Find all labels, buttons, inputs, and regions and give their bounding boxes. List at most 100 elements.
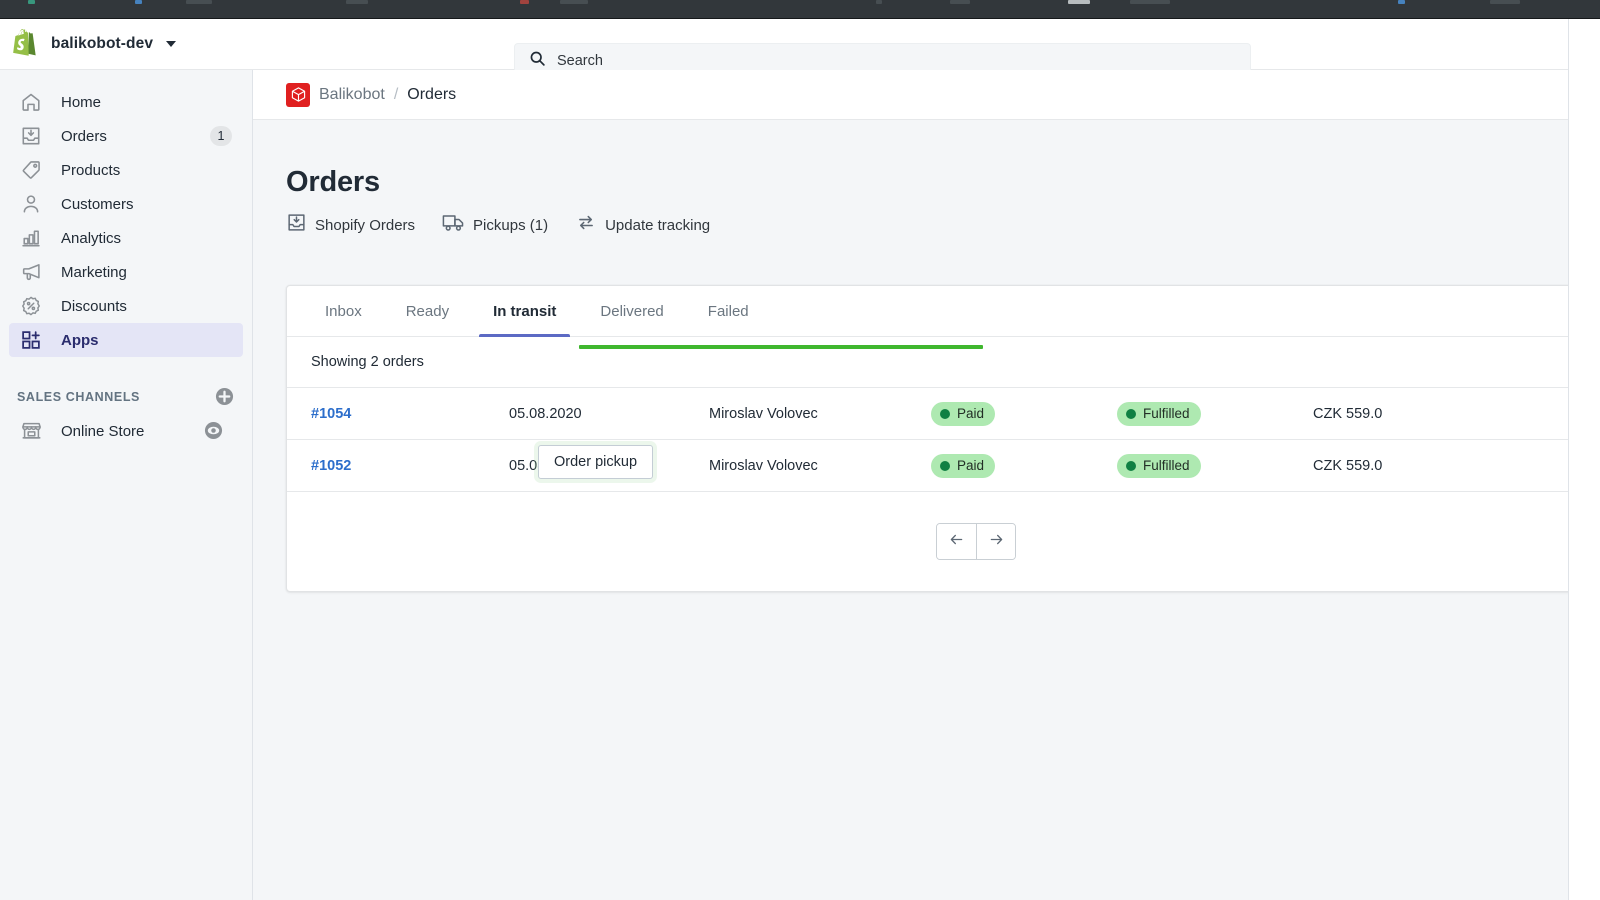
sidebar-item-label: Analytics (61, 229, 122, 247)
status-badge-label: Paid (957, 458, 985, 473)
pagination-control (936, 523, 1016, 560)
status-badge: Paid (931, 453, 996, 478)
status-badge-label: Fulfilled (1143, 406, 1190, 421)
sidebar-item-label: Marketing (61, 263, 127, 281)
page-action-row: Shopify Orders Pickups (1) Update tracki… (286, 212, 1568, 238)
sidebar-item-marketing[interactable]: Marketing (9, 255, 243, 289)
tag-icon (17, 158, 45, 182)
status-badge: Paid (931, 401, 996, 426)
main-content: Balikobot / Orders Orders Shopify Orders (253, 70, 1568, 900)
sidebar-item-online-store[interactable]: Online Store (9, 414, 243, 448)
discount-icon (17, 294, 45, 318)
sidebar-item-products[interactable]: Products (9, 153, 243, 187)
showing-orders-row: Showing 2 orders (287, 337, 1568, 387)
showing-orders-text: Showing 2 orders (311, 354, 424, 370)
arrow-left-icon (948, 531, 965, 553)
sidebar-item-label: Products (61, 161, 121, 179)
orders-card: Inbox Ready In transit Delivered Failed … (286, 285, 1568, 592)
breadcrumb-app-link[interactable]: Balikobot (319, 86, 385, 104)
order-date-cell: 05.08.2020 (509, 405, 582, 422)
orders-count-badge: 1 (210, 126, 232, 146)
person-icon (17, 192, 45, 216)
order-link[interactable]: #1054 (311, 406, 351, 422)
orders-icon (17, 124, 45, 148)
order-id-cell: #1054 (287, 405, 509, 423)
sidebar-item-discounts[interactable]: Discounts (9, 289, 243, 323)
sales-channels-title: SALES CHANNELS (17, 389, 140, 404)
pagination-row (287, 491, 1568, 591)
shop-switcher[interactable]: balikobot-dev (13, 24, 184, 64)
sidebar-item-apps[interactable]: Apps (9, 323, 243, 357)
status-dot-icon (940, 460, 950, 471)
tab-label: Ready (405, 303, 450, 320)
page-title: Orders (286, 166, 380, 198)
sidebar-item-label: Online Store (61, 422, 145, 440)
home-icon (17, 90, 45, 114)
order-link[interactable]: #1052 (311, 458, 351, 474)
status-dot-icon (1126, 460, 1136, 471)
tab-label: Delivered (600, 303, 664, 320)
balikobot-cube-icon (286, 82, 310, 107)
fulfillment-status-cell: Fulfilled (1117, 401, 1313, 426)
sales-channels-header: SALES CHANNELS (17, 387, 234, 406)
sidebar-item-label: Customers (61, 195, 134, 213)
search-placeholder: Search (557, 53, 603, 69)
sidebar-item-customers[interactable]: Customers (9, 187, 243, 221)
shop-name: balikobot-dev (51, 35, 154, 52)
order-id-cell: #1052 (287, 457, 509, 475)
tab-delivered[interactable]: Delivered (586, 286, 677, 337)
tab-label: Inbox (325, 303, 362, 320)
shopify-admin-app: balikobot-dev Search Home Orders 1 Produ… (0, 19, 1569, 900)
arrow-right-icon (988, 531, 1005, 553)
action-label: Shopify Orders (315, 216, 416, 234)
sidebar-item-label: Apps (61, 331, 99, 349)
previous-page-button[interactable] (937, 524, 976, 559)
shopify-orders-button[interactable]: Shopify Orders (286, 212, 415, 238)
status-badge: Fulfilled (1117, 401, 1201, 426)
apps-icon (17, 328, 45, 352)
order-pickup-tooltip[interactable]: Order pickup (538, 445, 654, 479)
tab-ready[interactable]: Ready (392, 286, 463, 337)
next-page-button[interactable] (976, 524, 1015, 559)
breadcrumb-current: Orders (407, 85, 457, 103)
storefront-icon (17, 419, 45, 443)
tab-label: In transit (493, 303, 557, 320)
sidebar-item-orders[interactable]: Orders 1 (9, 119, 243, 153)
order-customer-cell: Miroslav Volovec (709, 457, 818, 474)
sidebar-item-home[interactable]: Home (9, 85, 243, 119)
truck-icon (442, 212, 465, 238)
action-label: Pickups (1) (473, 216, 549, 234)
top-bar: balikobot-dev Search (0, 19, 1568, 79)
order-total-cell: CZK 559.0 (1313, 405, 1383, 422)
sidebar-item-analytics[interactable]: Analytics (9, 221, 243, 255)
pickups-button[interactable]: Pickups (1) (442, 212, 548, 238)
refresh-icon (575, 212, 597, 238)
payment-status-cell: Paid (931, 401, 1117, 426)
shopify-bag-icon (13, 29, 40, 59)
eye-icon[interactable] (197, 420, 230, 440)
action-label: Update tracking (605, 216, 711, 234)
status-badge-label: Paid (957, 406, 985, 421)
loading-progress-bar (579, 345, 983, 349)
tab-failed[interactable]: Failed (694, 286, 763, 337)
fulfillment-status-cell: Fulfilled (1117, 453, 1313, 478)
order-status-tabs: Inbox Ready In transit Delivered Failed (287, 286, 1568, 337)
megaphone-icon (17, 260, 45, 284)
sidebar-item-label: Home (61, 93, 102, 111)
status-dot-icon (940, 408, 950, 419)
sidebar-item-label: Orders (61, 127, 107, 145)
search-icon (529, 50, 546, 72)
status-badge: Fulfilled (1117, 453, 1201, 478)
status-badge-label: Fulfilled (1143, 458, 1190, 473)
sidebar-item-label: Discounts (61, 297, 127, 315)
tab-inbox[interactable]: Inbox (311, 286, 376, 337)
status-dot-icon (1126, 408, 1136, 419)
table-row[interactable]: #1052 05.08.2020 Miroslav Volovec Paid F… (287, 439, 1568, 491)
update-tracking-button[interactable]: Update tracking (575, 212, 710, 238)
table-row[interactable]: #1054 05.08.2020 Miroslav Volovec Paid F… (287, 387, 1568, 439)
breadcrumb: Balikobot / Orders (253, 70, 1568, 120)
bar-chart-icon (17, 226, 45, 250)
plus-circle-icon[interactable] (215, 387, 234, 406)
tab-in-transit[interactable]: In transit (479, 286, 571, 337)
import-orders-icon (286, 212, 307, 238)
